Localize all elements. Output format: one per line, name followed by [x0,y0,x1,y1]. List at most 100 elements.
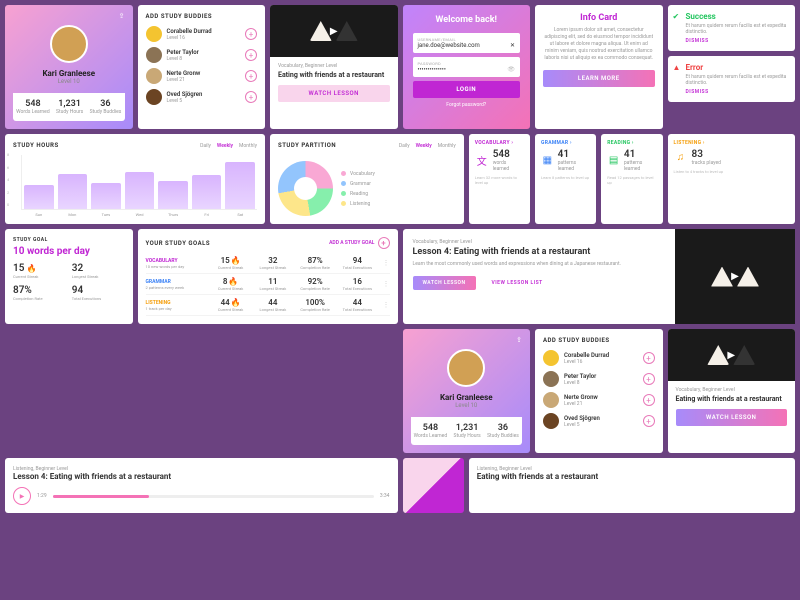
login-button[interactable]: LOGIN [413,81,521,98]
add-buddy-button[interactable]: + [245,70,257,82]
add-buddy-button[interactable]: + [643,415,655,427]
play-icon[interactable]: ▶ [330,26,338,37]
goal-row: LISTENING1 track per day44🔥Current Strea… [146,295,390,316]
add-buddy-button[interactable]: + [245,91,257,103]
study-goal-card: STUDY GOAL 10 words per day 15🔥Current S… [5,229,133,324]
corner-accent [403,458,464,513]
wide-lesson-card: Vocabulary, Beginner Level Lesson 4: Eat… [403,229,796,324]
error-alert: ▲ Error Et harum quidem rerum facilis es… [668,56,796,102]
listening-stat-card[interactable]: LISTENING ›♫83tracks playedListen to 4 t… [668,134,796,224]
legend-item: Reading [341,191,375,197]
profile-stat: 36Study Buddies [90,99,122,115]
goal-stat: 32Longest Streak [72,263,125,279]
lesson-card: ▶ Vocabulary, Beginner Level Eating with… [270,5,398,129]
bar-Tues[interactable]: Tues [91,183,121,209]
add-buddy-button[interactable]: + [643,373,655,385]
legend-item: Grammar [341,181,375,187]
share-icon[interactable]: ⇪ [117,11,127,21]
watch-lesson-button[interactable]: WATCH LESSON [413,276,476,290]
profile-stat: 1,231Study Hours [56,99,83,115]
bar-Wed[interactable]: Wed [125,172,155,209]
profile-stat: 548Words Learned [16,99,50,115]
add-buddy-button[interactable]: + [245,28,257,40]
goal-row: VOCABULARY10 new words per day15🔥Current… [146,253,390,274]
profile-card: ⇪ Kari Granleese Level 10 548Words Learn… [403,329,531,453]
goal-stat: 87%Completion Rate [13,285,66,301]
lesson-thumbnail[interactable]: ▶ [270,5,398,57]
buddy-row[interactable]: Oved SjögrenLevel 5+ [543,413,655,429]
reading-stat-card[interactable]: READING ›▤41patterns learnedRead 12 pass… [601,134,662,224]
buddy-row[interactable]: Corabelle DurradLevel 16+ [543,350,655,366]
add-buddy-button[interactable]: + [643,394,655,406]
buddy-row[interactable]: Peter TaylorLevel 8+ [543,371,655,387]
lesson-thumbnail[interactable]: ▶ [668,329,796,381]
watch-lesson-button[interactable]: WATCH LESSON [278,85,390,102]
buddies-card: ADD STUDY BUDDIES Corabelle DurradLevel … [138,5,266,129]
buddy-row[interactable]: Oved SjögrenLevel 5+ [146,89,258,105]
tab-daily[interactable]: Daily [399,143,410,149]
welcome-title: Welcome back! [413,15,521,25]
forgot-link[interactable]: Forgot password? [413,102,521,108]
password-field[interactable]: PASSWORD ••••••••••••••👁 [413,57,521,77]
buddy-row[interactable]: Nerte GronwLevel 21+ [543,392,655,408]
success-alert: ✔ Success Et harum quidem rerum facilis … [668,5,796,51]
tab-daily[interactable]: Daily [200,143,211,149]
add-buddy-button[interactable]: + [245,49,257,61]
tab-weekly[interactable]: Weekly [416,143,432,149]
info-title: Info Card [543,13,655,23]
progress-bar[interactable] [53,495,374,498]
tab-weekly[interactable]: Weekly [217,143,233,149]
listening-lesson-bar[interactable]: Listening, Beginner Level Eating with fr… [469,458,795,513]
buddy-row[interactable]: Corabelle DurradLevel 16+ [146,26,258,42]
more-icon[interactable]: ⋮ [383,259,390,267]
bar-Mon[interactable]: Mon [58,174,88,209]
avatar[interactable] [447,349,485,387]
legend-item: Vocabulary [341,171,375,177]
bar-Fri[interactable]: Fri [192,175,222,209]
buddy-row[interactable]: Nerte GronwLevel 21+ [146,68,258,84]
profile-stat: 548Words Learned [414,423,448,439]
buddy-row[interactable]: Peter TaylorLevel 8+ [146,47,258,63]
bar-Thurs[interactable]: Thurs [158,181,188,209]
your-study-goals: YOUR STUDY GOALS ADD A STUDY GOAL+ VOCAB… [138,229,398,324]
buddies-card: ADD STUDY BUDDIES Corabelle DurradLevel … [535,329,663,453]
goal-stat: 15🔥Current Streak [13,263,66,279]
learn-more-button[interactable]: LEARN MORE [543,70,655,87]
lesson-thumbnail[interactable]: ▶ [675,229,795,324]
legend-item: Listening [341,201,375,207]
profile-name: Kari Granleese [42,69,95,78]
share-icon[interactable]: ⇪ [514,335,524,345]
info-card: Info Card Lorem ipsum dolor sit amet, co… [535,5,663,129]
dismiss-button[interactable]: DISMISS [686,38,789,44]
lesson-card: ▶ Vocabulary, Beginner Level Eating with… [668,329,796,453]
profile-level: Level 10 [58,78,80,85]
add-goal-button[interactable]: ADD A STUDY GOAL+ [329,237,389,249]
donut-chart [278,161,333,216]
alert-icon: ▲ [673,63,681,72]
profile-stat: 36Study Buddies [487,423,519,439]
play-icon[interactable]: ▶ [731,271,739,282]
grammar-stat-card[interactable]: GRAMMAR ›▦41patterns learnedLearn 8 patt… [535,134,596,224]
check-icon: ✔ [673,12,680,21]
add-buddy-button[interactable]: + [643,352,655,364]
dismiss-button[interactable]: DISMISS [686,89,789,95]
tab-monthly[interactable]: Monthly [438,143,456,149]
play-button[interactable]: ▶ [13,487,31,505]
vocab-stat-card[interactable]: VOCABULARY ›文548words learnedLearn 32 mo… [469,134,530,224]
info-text: Lorem ipsum dolor sit amet, consectetur … [543,27,655,62]
audio-lesson: Listening, Beginner Level Lesson 4: Eati… [5,458,398,513]
bar-Sun[interactable]: Sun [24,185,54,209]
goal-row: GRAMMAR2 patterns every week8🔥Current St… [146,274,390,295]
more-icon[interactable]: ⋮ [383,301,390,309]
avatar[interactable] [50,25,88,63]
lesson-category: Vocabulary, Beginner Level [278,63,390,69]
watch-lesson-button[interactable]: WATCH LESSON [676,409,788,426]
goal-stat: 94Total Executions [72,285,125,301]
username-field[interactable]: USERNAME/EMAIL jane.doe@website.com✕ [413,33,521,53]
view-list-link[interactable]: VIEW LESSON LIST [482,276,553,290]
more-icon[interactable]: ⋮ [383,280,390,288]
bar-Sat[interactable]: Sat [225,162,255,209]
study-partition-chart: STUDY PARTITION DailyWeeklyMonthly Vocab… [270,134,464,224]
tab-monthly[interactable]: Monthly [239,143,257,149]
play-icon[interactable]: ▶ [727,350,735,361]
